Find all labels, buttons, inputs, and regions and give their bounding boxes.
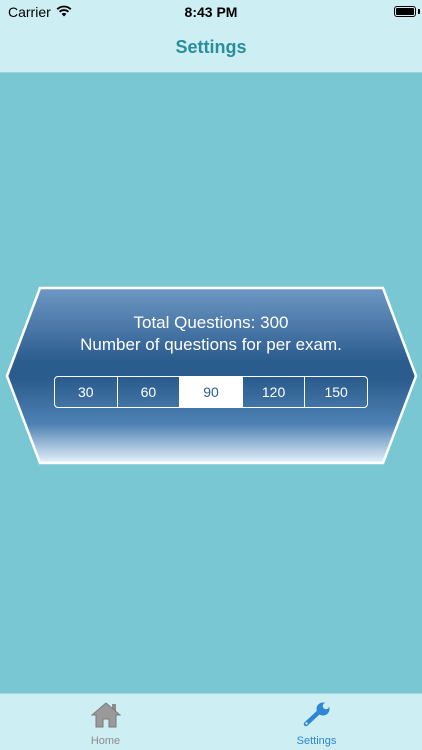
page-title: Settings bbox=[175, 37, 247, 57]
tab-home-label: Home bbox=[90, 735, 121, 747]
wrench-icon bbox=[302, 702, 332, 733]
segment-option[interactable]: 150 bbox=[305, 377, 367, 407]
question-count-segmented-control[interactable]: 30 60 90 120 150 bbox=[54, 376, 368, 408]
segment-option[interactable]: 60 bbox=[118, 377, 181, 407]
segment-option[interactable]: 30 bbox=[55, 377, 118, 407]
battery-tip bbox=[418, 9, 420, 14]
navigation-bar: Settings bbox=[0, 24, 422, 73]
status-time: 8:43 PM bbox=[184, 4, 238, 20]
questions-per-exam-label: Number of questions for per exam. bbox=[80, 335, 342, 354]
tab-settings-label: Settings bbox=[296, 735, 337, 747]
question-count-panel: Total Questions: 300 Number of questions… bbox=[0, 285, 422, 467]
settings-screen: Carrier 8:43 PM Settings Total Questions… bbox=[0, 0, 422, 750]
total-questions-label: Total Questions: 300 bbox=[133, 313, 289, 332]
tab-settings[interactable]: Settings bbox=[211, 694, 422, 750]
segment-option[interactable]: 120 bbox=[243, 377, 306, 407]
tab-bar: Home Settings bbox=[0, 693, 422, 750]
tab-home[interactable]: Home bbox=[0, 694, 211, 750]
status-bar: Carrier 8:43 PM bbox=[0, 0, 422, 24]
segment-option[interactable]: 90 bbox=[180, 377, 243, 407]
battery-icon bbox=[394, 6, 416, 17]
home-icon bbox=[90, 702, 121, 733]
